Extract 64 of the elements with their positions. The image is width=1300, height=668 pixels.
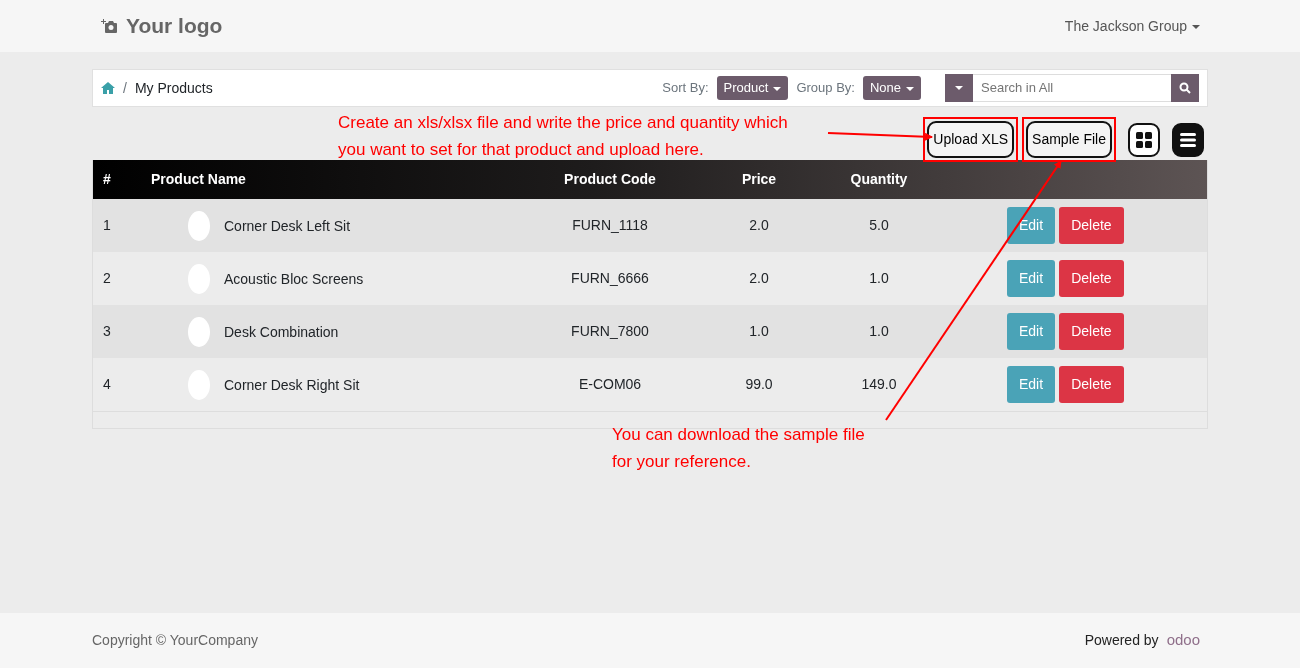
- column-header: Product Name: [151, 171, 246, 187]
- price-value: 1.0: [749, 323, 769, 339]
- row-number: 2: [103, 270, 111, 286]
- product-name: Acoustic Bloc Screens: [224, 270, 364, 286]
- edit-button[interactable]: Edit: [1007, 366, 1056, 403]
- group-dropdown[interactable]: None: [862, 76, 921, 100]
- caret-icon: [773, 86, 782, 91]
- brand-logo-text[interactable]: odoo: [1166, 629, 1200, 652]
- price-value: 2.0: [749, 270, 769, 286]
- quantity-value: 149.0: [861, 376, 897, 392]
- row-number: 3: [103, 323, 111, 339]
- breadcrumb-item[interactable]: My Products: [134, 77, 213, 99]
- delete-button[interactable]: Delete: [1059, 207, 1124, 244]
- price-value: 2.0: [749, 217, 769, 233]
- logo-text[interactable]: Your logo: [126, 10, 223, 42]
- column-header: Quantity: [850, 171, 908, 187]
- product-code: FURN_1118: [572, 217, 648, 233]
- sort-label: Sort By:: [662, 79, 709, 98]
- powered-by-text: Powered by: [1084, 631, 1159, 650]
- quantity-value: 1.0: [869, 270, 889, 286]
- row-number: 4: [103, 376, 111, 392]
- product-name: Corner Desk Right Sit: [224, 376, 360, 392]
- product-name: Desk Combination: [224, 323, 339, 339]
- search-filter-dropdown[interactable]: [945, 74, 973, 102]
- toolbar-button[interactable]: Upload XLS: [927, 121, 1015, 158]
- search-button[interactable]: [1171, 74, 1199, 102]
- product-code: E-COM06: [578, 376, 642, 392]
- caret-icon: [955, 86, 963, 90]
- list-view-button[interactable]: [1172, 122, 1204, 157]
- product-code: FURN_6666: [571, 270, 649, 286]
- grid-view-button[interactable]: [1128, 122, 1160, 157]
- column-header: Price: [741, 171, 777, 187]
- copyright-text: Copyright © YourCompany: [92, 631, 258, 650]
- delete-button[interactable]: Delete: [1059, 313, 1124, 350]
- breadcrumb-separator: /: [123, 78, 127, 98]
- group-label: Group By:: [796, 79, 855, 98]
- column-header: #: [103, 171, 111, 187]
- edit-button[interactable]: Edit: [1007, 207, 1056, 244]
- delete-button[interactable]: Delete: [1059, 260, 1124, 297]
- home-icon[interactable]: [101, 82, 115, 94]
- product-code: FURN_7800: [571, 323, 649, 339]
- column-header: Product Code: [564, 171, 656, 187]
- annotation-text: Create an xls/xlsx file and write the price and quantity which you want to set for that product and upload here.: [338, 112, 789, 161]
- product-name: Corner Desk Left Sit: [224, 217, 351, 233]
- grid-icon: [1136, 131, 1152, 148]
- toolbar-button[interactable]: Sample File: [1026, 121, 1112, 158]
- annotation-text: You can download the sample file for your reference.: [612, 424, 866, 473]
- search-icon: [1179, 82, 1191, 94]
- quantity-value: 5.0: [869, 217, 889, 233]
- product-thumbnail: [188, 316, 210, 347]
- camera-icon: [100, 18, 118, 34]
- caret-icon: [906, 86, 914, 91]
- edit-button[interactable]: Edit: [1007, 260, 1056, 297]
- search-field[interactable]: Search in All: [973, 74, 1171, 102]
- delete-button[interactable]: Delete: [1059, 366, 1124, 403]
- company-dropdown[interactable]: The Jackson Group: [1064, 15, 1200, 37]
- menu-icon: [1180, 132, 1196, 147]
- price-value: 99.0: [745, 376, 773, 392]
- quantity-value: 1.0: [869, 323, 889, 339]
- row-number: 1: [103, 217, 111, 233]
- product-thumbnail: [188, 210, 210, 241]
- edit-button[interactable]: Edit: [1007, 313, 1056, 350]
- caret-icon: [1192, 24, 1200, 29]
- sort-dropdown[interactable]: Product: [716, 76, 789, 100]
